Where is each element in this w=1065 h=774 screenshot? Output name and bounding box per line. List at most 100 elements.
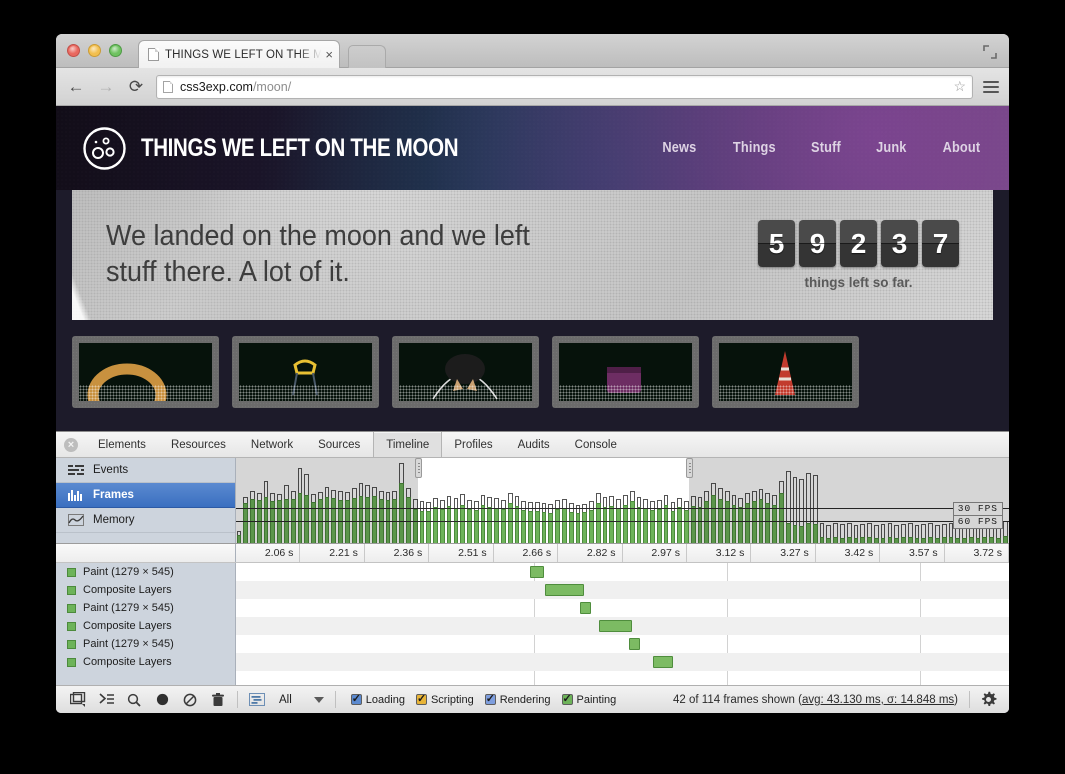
frame-bar-paint <box>643 508 648 543</box>
thumbnail-card-red-cone[interactable] <box>712 336 859 408</box>
timeline-ruler: 2.06 s 2.21 s 2.36 s 2.51 s 2.66 s 2.82 … <box>56 543 1009 563</box>
timeline-row[interactable] <box>236 635 1009 653</box>
browser-tab[interactable]: THINGS WE LEFT ON THE M × <box>138 40 340 68</box>
nav-item-about[interactable]: About <box>943 140 981 156</box>
timeline-record-bar[interactable] <box>580 602 591 614</box>
browser-tab-strip: THINGS WE LEFT ON THE M × <box>56 34 1009 68</box>
checkbox-scripting[interactable]: Scripting <box>416 694 474 706</box>
clear-ban-icon[interactable] <box>176 687 204 713</box>
zoom-window-button[interactable] <box>109 44 122 57</box>
frame-bar-other <box>596 493 601 503</box>
close-devtools-button[interactable]: × <box>56 432 86 457</box>
ruler-tick: 3.12 s <box>687 544 751 562</box>
record-label: Composite Layers <box>83 620 172 632</box>
tab-resources[interactable]: Resources <box>159 432 239 457</box>
minimize-window-button[interactable] <box>88 44 101 57</box>
record-label-row[interactable]: Composite Layers <box>56 617 235 635</box>
maximize-window-icon[interactable] <box>983 45 997 59</box>
frames-overview-graph[interactable]: 30 FPS 60 FPS <box>236 458 1009 543</box>
frame-bar-paint <box>657 509 662 543</box>
tab-sources[interactable]: Sources <box>306 432 373 457</box>
dock-side-icon[interactable] <box>64 687 92 713</box>
thumbnail-card-yellow-frame[interactable] <box>232 336 379 408</box>
ruler-ticks: 2.06 s 2.21 s 2.36 s 2.51 s 2.66 s 2.82 … <box>236 544 1009 562</box>
close-window-button[interactable] <box>67 44 80 57</box>
tab-timeline[interactable]: Timeline <box>373 432 442 457</box>
ruler-tick: 3.57 s <box>880 544 944 562</box>
timeline-row[interactable] <box>236 581 1009 599</box>
back-icon[interactable]: ← <box>66 77 86 97</box>
moon-surface <box>559 385 692 401</box>
timeline-row[interactable] <box>236 617 1009 635</box>
tab-network[interactable]: Network <box>239 432 306 457</box>
record-label: Paint (1279 × 545) <box>83 638 174 650</box>
new-tab-button[interactable] <box>348 45 386 68</box>
forward-icon[interactable]: → <box>96 77 116 97</box>
record-timeline-chart[interactable] <box>236 563 1009 685</box>
record-label-row[interactable]: Paint (1279 × 545) <box>56 563 235 581</box>
frame-bar-paint <box>426 511 431 543</box>
thumbnail-card-purple-bag[interactable] <box>552 336 699 408</box>
frame-bar-paint <box>440 509 445 543</box>
address-bar[interactable]: css3exp.com/moon/ ☆ <box>156 75 973 99</box>
record-label-row[interactable]: Composite Layers <box>56 653 235 671</box>
timeline-row[interactable] <box>236 599 1009 617</box>
settings-gear-icon[interactable] <box>975 687 1001 713</box>
timeline-row[interactable] <box>236 653 1009 671</box>
timeline-record-bar[interactable] <box>653 656 672 668</box>
checkbox-painting[interactable]: Painting <box>562 694 617 706</box>
record-type-swatch <box>67 640 76 649</box>
hero-headline: We landed on the moon and we left stuff … <box>106 219 562 290</box>
ruler-tick: 2.06 s <box>236 544 300 562</box>
timeline-records[interactable]: Paint (1279 × 545) Composite Layers Pain… <box>56 563 1009 685</box>
sidebar-item-memory[interactable]: Memory <box>56 508 235 533</box>
reload-icon[interactable]: ⟳ <box>126 77 146 97</box>
ruler-tick: 2.51 s <box>429 544 493 562</box>
frame-bar <box>636 458 643 543</box>
trash-icon[interactable] <box>204 687 232 713</box>
things-counter: 5 9 2 3 7 things left so far. <box>758 220 959 290</box>
frame-bar-other <box>643 499 648 508</box>
timeline-record-bar[interactable] <box>599 620 631 632</box>
console-drawer-icon[interactable] <box>92 687 120 713</box>
bookmark-star-icon[interactable]: ☆ <box>953 78 966 95</box>
checkbox-rendering[interactable]: Rendering <box>485 694 551 706</box>
nav-item-stuff[interactable]: Stuff <box>811 140 841 156</box>
frame-bar-paint <box>671 511 676 543</box>
record-label-row[interactable]: Composite Layers <box>56 581 235 599</box>
record-button[interactable] <box>148 687 176 713</box>
record-label-row[interactable]: Paint (1279 × 545) <box>56 599 235 617</box>
filter-dropdown[interactable]: All <box>271 694 330 706</box>
thumbnail-card-cat[interactable] <box>392 336 539 408</box>
frame-bar-other <box>420 501 425 511</box>
ruler-tick: 2.66 s <box>494 544 558 562</box>
timeline-record-bar[interactable] <box>545 584 584 596</box>
tab-audits[interactable]: Audits <box>506 432 563 457</box>
nav-item-junk[interactable]: Junk <box>877 140 907 156</box>
frame-bar <box>677 458 684 543</box>
sidebar-item-frames[interactable]: Frames <box>56 483 235 508</box>
checkbox-loading[interactable]: Loading <box>351 694 405 706</box>
tab-console[interactable]: Console <box>563 432 630 457</box>
tab-elements[interactable]: Elements <box>86 432 159 457</box>
frame-bar-paint <box>596 503 601 543</box>
close-tab-icon[interactable]: × <box>325 48 333 61</box>
timeline-record-bar[interactable] <box>530 566 544 578</box>
nav-item-things[interactable]: Things <box>733 140 776 156</box>
record-type-swatch <box>67 622 76 631</box>
timeline-row-empty <box>236 671 1009 685</box>
frame-bar <box>609 458 616 543</box>
sidebar-item-events[interactable]: Events <box>56 458 235 483</box>
filter-icon[interactable] <box>243 687 271 713</box>
record-label-row[interactable]: Paint (1279 × 545) <box>56 635 235 653</box>
nav-item-news[interactable]: News <box>662 140 696 156</box>
devtools-tab-bar: × Elements Resources Network Sources Tim… <box>56 432 1009 458</box>
moon-logo-icon <box>82 126 127 171</box>
search-icon[interactable] <box>120 687 148 713</box>
timeline-row[interactable] <box>236 563 1009 581</box>
timeline-overview-row: Events Frames <box>56 458 1009 543</box>
chrome-menu-icon[interactable] <box>983 81 999 93</box>
timeline-record-bar[interactable] <box>629 638 641 650</box>
tab-profiles[interactable]: Profiles <box>442 432 505 457</box>
thumbnail-card-donut[interactable] <box>72 336 219 408</box>
